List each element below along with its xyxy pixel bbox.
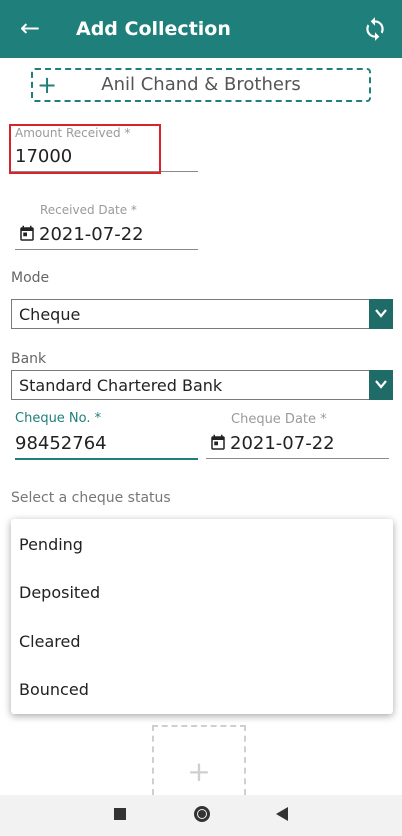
sync-icon[interactable]: [362, 16, 388, 42]
bank-label: Bank: [11, 351, 47, 367]
status-option-pending[interactable]: Pending: [19, 535, 83, 554]
customer-selector[interactable]: + Anil Chand & Brothers: [31, 68, 371, 102]
home-icon-center: [198, 810, 206, 818]
calendar-icon[interactable]: [18, 225, 36, 243]
highlight-box: [9, 124, 161, 174]
plus-icon: +: [187, 755, 211, 788]
cheque-no-input[interactable]: 98452764: [15, 433, 107, 454]
bank-value: Standard Chartered Bank: [19, 376, 223, 395]
back-triangle-icon[interactable]: [276, 807, 288, 821]
cheque-status-dropdown: Pending Deposited Cleared Bounced: [11, 519, 393, 714]
system-nav-bar: [0, 795, 402, 836]
mode-value: Cheque: [19, 305, 81, 324]
received-date-underline: [15, 249, 198, 250]
app-bar: ← Add Collection: [0, 0, 402, 58]
cheque-date-underline: [206, 458, 389, 459]
cheque-date-label: Cheque Date *: [231, 412, 327, 427]
mode-label: Mode: [11, 270, 50, 286]
received-date-input[interactable]: 2021-07-22: [39, 224, 144, 245]
back-arrow-icon[interactable]: ←: [20, 16, 40, 40]
recent-apps-icon[interactable]: [114, 808, 126, 820]
calendar-icon[interactable]: [209, 434, 227, 452]
chevron-down-icon: [369, 299, 393, 329]
cheque-no-label: Cheque No. *: [15, 411, 102, 426]
cheque-status-label: Select a cheque status: [11, 490, 171, 506]
status-option-cleared[interactable]: Cleared: [19, 632, 81, 651]
mode-select[interactable]: Cheque: [11, 299, 393, 329]
add-photo-button[interactable]: +: [152, 725, 246, 795]
chevron-down-icon: [369, 370, 393, 400]
cheque-no-underline: [15, 458, 198, 460]
status-option-bounced[interactable]: Bounced: [19, 680, 89, 699]
bank-select[interactable]: Standard Chartered Bank: [11, 370, 393, 400]
cheque-date-input[interactable]: 2021-07-22: [230, 433, 335, 454]
customer-name: Anil Chand & Brothers: [101, 74, 301, 95]
status-option-deposited[interactable]: Deposited: [19, 583, 100, 602]
page-title: Add Collection: [76, 18, 231, 40]
received-date-label: Received Date *: [40, 203, 137, 217]
